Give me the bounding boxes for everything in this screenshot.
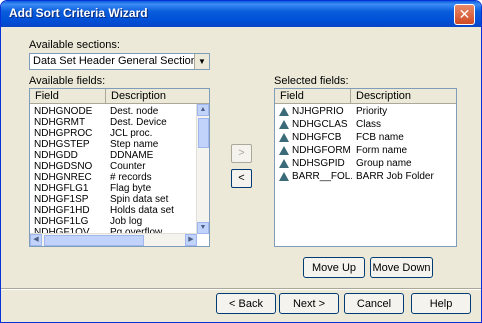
table-row[interactable]: NDHSGPID Group name	[275, 158, 456, 170]
scroll-thumb[interactable]	[198, 118, 209, 148]
close-icon: ✕	[458, 6, 471, 22]
move-up-button[interactable]: Move Up	[303, 257, 365, 278]
sections-label: Available sections:	[29, 39, 120, 51]
scroll-right-icon[interactable]: ▶	[185, 234, 197, 246]
warning-triangle-icon	[279, 133, 289, 142]
available-vscrollbar[interactable]: ▲ ▼	[196, 104, 209, 234]
wizard-window: Add Sort Criteria Wizard ✕ Available sec…	[0, 0, 482, 323]
field-description: Group name	[356, 158, 412, 169]
remove-field-button[interactable]: <	[231, 169, 252, 188]
window-title: Add Sort Criteria Wizard	[9, 6, 148, 20]
cancel-button[interactable]: Cancel	[344, 293, 404, 314]
chevron-down-icon[interactable]: ▼	[194, 54, 209, 69]
available-header: Field Description	[30, 89, 209, 104]
title-bar: Add Sort Criteria Wizard ✕	[1, 1, 481, 27]
field-name: NDHSGPID	[292, 158, 345, 169]
available-fields-list[interactable]: Field Description NDHGNODE Dest. node NDHG…	[29, 88, 210, 247]
column-header-description[interactable]: Description	[351, 89, 456, 104]
selected-fields-list[interactable]: Field Description NJHGPRIO Priority NDHGCL…	[274, 88, 457, 247]
scroll-left-icon[interactable]: ◀	[30, 234, 42, 246]
warning-triangle-icon	[279, 120, 289, 129]
field-description: Priority	[356, 106, 388, 117]
table-row[interactable]: BARR__FOL... BARR Job Folder	[275, 171, 456, 183]
close-button[interactable]: ✕	[454, 4, 475, 25]
warning-triangle-icon	[279, 107, 289, 116]
field-name: NDHGFORM	[292, 145, 351, 156]
selected-header: Field Description	[275, 89, 456, 104]
field-description: BARR Job Folder	[356, 171, 434, 182]
table-row[interactable]: NJHGPRIO Priority	[275, 106, 456, 118]
field-name: BARR__FOL...	[292, 171, 352, 182]
field-name: NJHGPRIO	[292, 106, 344, 117]
help-button[interactable]: Help	[411, 293, 471, 314]
warning-triangle-icon	[279, 146, 289, 155]
sections-selected-value: Data Set Header General Section	[33, 55, 197, 67]
scroll-thumb-h[interactable]	[44, 235, 144, 246]
table-row[interactable]: NDHGFCB FCB name	[275, 132, 456, 144]
table-row[interactable]: NDHGCLAS Class	[275, 119, 456, 131]
separator	[1, 288, 481, 290]
field-name: NDHGCLAS	[292, 119, 348, 130]
available-hscrollbar[interactable]: ◀ ▶	[30, 233, 197, 246]
warning-triangle-icon	[279, 172, 289, 181]
warning-triangle-icon	[279, 159, 289, 168]
field-description: FCB name	[356, 132, 404, 143]
field-description: Class	[356, 119, 382, 130]
table-row[interactable]: NDHGFORM Form name	[275, 145, 456, 157]
column-header-description[interactable]: Description	[106, 89, 209, 104]
scroll-down-icon[interactable]: ▼	[197, 222, 209, 234]
available-fields-label: Available fields:	[29, 75, 106, 87]
back-button[interactable]: < Back	[216, 293, 276, 314]
move-down-button[interactable]: Move Down	[370, 257, 433, 278]
next-button[interactable]: Next >	[279, 293, 339, 314]
field-name: NDHGFCB	[292, 132, 342, 143]
column-header-field[interactable]: Field	[275, 89, 351, 104]
field-description: Form name	[356, 145, 408, 156]
column-header-field[interactable]: Field	[30, 89, 106, 104]
scroll-up-icon[interactable]: ▲	[197, 104, 209, 116]
selected-fields-label: Selected fields:	[274, 75, 349, 87]
add-field-button[interactable]: >	[231, 144, 252, 163]
sections-dropdown[interactable]: Data Set Header General Section ▼	[29, 53, 210, 70]
